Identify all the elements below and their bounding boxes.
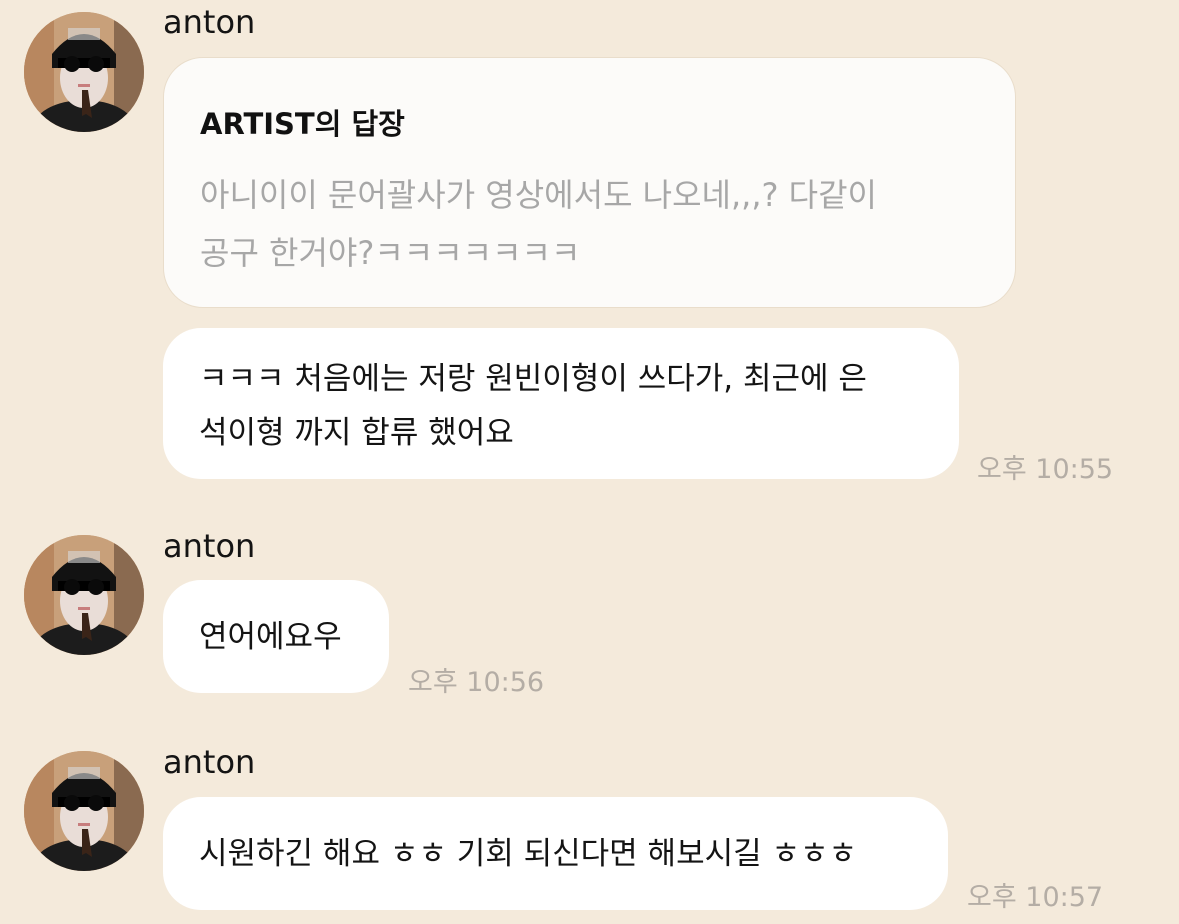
sender-name: anton [163, 3, 256, 41]
quoted-line-2: 공구 한거야?ㅋㅋㅋㅋㅋㅋㅋ [200, 234, 581, 272]
avatar-photo-icon [24, 751, 144, 871]
avatar[interactable] [24, 12, 144, 132]
message-text: 연어에요우 [199, 619, 342, 655]
message-bubble[interactable]: ㅋㅋㅋ 처음에는 저랑 원빈이형이 쓰다가, 최근에 은 석이형 까지 합류 했… [163, 328, 959, 479]
sender-name: anton [163, 743, 256, 781]
sender-name: anton [163, 527, 256, 565]
avatar[interactable] [24, 535, 144, 655]
avatar-photo-icon [24, 12, 144, 132]
message-timestamp: 오후 10:57 [967, 882, 1104, 913]
avatar-photo-icon [24, 535, 144, 655]
message-bubble[interactable]: 시원하긴 해요 ㅎㅎ 기회 되신다면 해보시길 ㅎㅎㅎ [163, 797, 948, 910]
message-line-1: ㅋㅋㅋ 처음에는 저랑 원빈이형이 쓰다가, 최근에 은 [199, 361, 867, 397]
message-timestamp: 오후 10:55 [977, 454, 1114, 485]
avatar[interactable] [24, 751, 144, 871]
message-bubble[interactable]: 연어에요우 [163, 580, 389, 693]
quoted-message: 아니이이 문어괄사가 영상에서도 나오네,,,? 다같이 공구 한거야?ㅋㅋㅋㅋ… [200, 166, 990, 282]
artist-reply-card[interactable]: ARTIST의 답장 아니이이 문어괄사가 영상에서도 나오네,,,? 다같이 … [163, 57, 1016, 308]
message-line-2: 석이형 까지 합류 했어요 [199, 415, 514, 451]
message-timestamp: 오후 10:56 [408, 667, 545, 698]
reply-title: ARTIST의 답장 [200, 107, 405, 141]
quoted-line-1: 아니이이 문어괄사가 영상에서도 나오네,,,? 다같이 [200, 176, 877, 214]
message-text: 시원하긴 해요 ㅎㅎ 기회 되신다면 해보시길 ㅎㅎㅎ [199, 836, 858, 872]
